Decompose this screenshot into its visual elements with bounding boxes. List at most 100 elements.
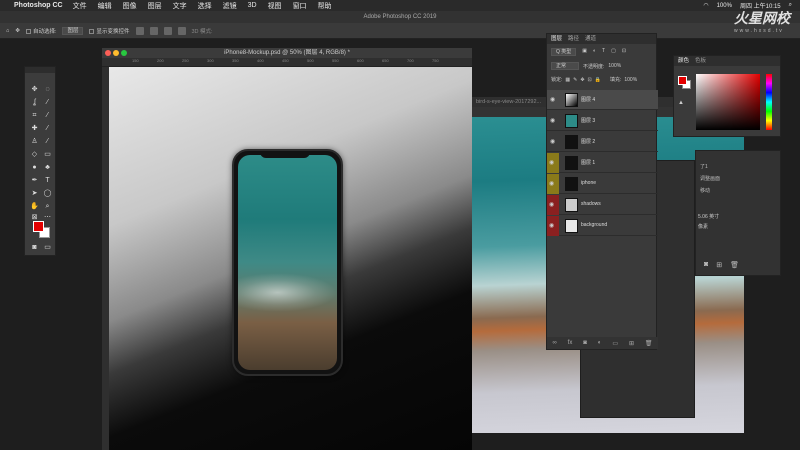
adjustment-icon[interactable]: ◐: [598, 340, 602, 346]
prop-item[interactable]: 了1: [700, 163, 708, 170]
app-menu[interactable]: Photoshop CC: [14, 2, 63, 9]
lock-all-icon[interactable]: 🔒: [595, 77, 601, 83]
tab-swatches[interactable]: 色板: [695, 56, 706, 66]
healing-brush-icon[interactable]: ✚: [30, 124, 39, 133]
link-icon[interactable]: ∞: [552, 340, 556, 346]
pen-icon[interactable]: ✒: [30, 176, 39, 185]
tab-channels[interactable]: 通道: [585, 34, 596, 44]
menu-type[interactable]: 文字: [173, 1, 187, 11]
visibility-eye-icon[interactable]: ◉: [547, 174, 559, 194]
trash-icon[interactable]: 🗑: [730, 261, 739, 269]
dodge-icon[interactable]: ♣: [43, 163, 52, 172]
layer-row-4[interactable]: ◉ 图层 4: [547, 90, 658, 110]
marquee-icon[interactable]: ◌: [43, 85, 52, 94]
menu-3d[interactable]: 3D: [248, 2, 257, 9]
menu-help[interactable]: 帮助: [318, 1, 332, 11]
move-icon[interactable]: ✥: [30, 85, 39, 94]
tab-layers[interactable]: 图层: [551, 34, 562, 44]
filter-adjust-icon[interactable]: ◐: [593, 48, 596, 56]
warning-icon[interactable]: ▲: [678, 100, 684, 106]
fill-value[interactable]: 100%: [624, 77, 637, 83]
stamp-icon[interactable]: ♙: [30, 137, 39, 146]
layer-row-iphone[interactable]: ◉ iphone: [547, 174, 658, 194]
brush-icon[interactable]: ⁄: [43, 124, 52, 133]
align-center-icon[interactable]: [149, 26, 158, 35]
prop-item[interactable]: 移动: [700, 187, 710, 194]
screen-mode-icon[interactable]: ▭: [43, 243, 52, 252]
folder-icon[interactable]: ▭: [612, 340, 618, 347]
lock-pixels-icon[interactable]: ▦: [565, 77, 570, 83]
menu-view[interactable]: 视图: [268, 1, 282, 11]
distribute-icon[interactable]: [177, 26, 186, 35]
layer-row-3[interactable]: ◉ 图层 3: [547, 111, 658, 131]
lock-artboard-icon[interactable]: ⊡: [588, 77, 592, 83]
toolbox-grip[interactable]: [25, 67, 55, 73]
hand-icon[interactable]: ✋: [30, 202, 39, 211]
tab-color[interactable]: 颜色: [678, 56, 689, 66]
blend-mode-dropdown[interactable]: 正常: [551, 62, 579, 70]
magic-wand-icon[interactable]: ⁄: [43, 98, 52, 107]
ruler-horizontal[interactable]: 150 200 250 300 350 400 450 500 550 600 …: [102, 58, 472, 67]
close-icon[interactable]: [105, 50, 111, 56]
color-fg-swatch[interactable]: [678, 76, 687, 85]
tab-paths[interactable]: 路径: [568, 34, 579, 44]
visibility-eye-icon[interactable]: ◉: [547, 153, 559, 173]
filter-smart-icon[interactable]: ⊡: [622, 48, 626, 56]
eraser-icon[interactable]: ◇: [30, 150, 39, 159]
new-layer-icon[interactable]: ⊞: [629, 340, 634, 347]
visibility-eye-icon[interactable]: ◉: [550, 117, 558, 125]
crop-icon[interactable]: ⌗: [30, 111, 39, 120]
unit-value[interactable]: 像素: [698, 223, 708, 230]
lock-paint-icon[interactable]: ✎: [573, 77, 577, 83]
visibility-eye-icon[interactable]: ◉: [547, 216, 559, 236]
path-select-icon[interactable]: ➤: [30, 189, 39, 198]
menu-image[interactable]: 图像: [123, 1, 137, 11]
auto-select-dropdown[interactable]: 图层: [62, 26, 84, 35]
camera-icon[interactable]: ◙: [704, 261, 708, 269]
menu-layer[interactable]: 图层: [148, 1, 162, 11]
eyedropper-icon[interactable]: ⁄: [43, 111, 52, 120]
trash-icon[interactable]: 🗑: [645, 340, 653, 347]
visibility-eye-icon[interactable]: ◉: [550, 96, 558, 104]
maximize-icon[interactable]: [121, 50, 127, 56]
quick-mask-icon[interactable]: ◙: [30, 243, 39, 252]
fx-icon[interactable]: fx: [568, 340, 573, 346]
menu-select[interactable]: 选择: [198, 1, 212, 11]
new-icon[interactable]: ⊞: [716, 261, 722, 269]
show-transform-checkbox[interactable]: 显示变换控件: [89, 27, 130, 35]
phone-mockup[interactable]: [232, 149, 343, 376]
blur-icon[interactable]: ●: [30, 163, 39, 172]
layer-row-shadows[interactable]: ◉ shadows: [547, 195, 658, 215]
foreground-color-swatch[interactable]: [33, 221, 44, 232]
align-right-icon[interactable]: [163, 26, 172, 35]
layer-row-2[interactable]: ◉ 图层 2: [547, 132, 658, 152]
wifi-icon[interactable]: ◠: [703, 2, 708, 9]
opacity-value[interactable]: 100%: [608, 63, 621, 69]
filter-text-icon[interactable]: T: [602, 48, 605, 56]
ruler-vertical[interactable]: [102, 67, 109, 450]
gradient-icon[interactable]: ▭: [43, 150, 52, 159]
zoom-icon[interactable]: ⌕: [43, 202, 52, 211]
align-left-icon[interactable]: [135, 26, 144, 35]
lock-move-icon[interactable]: ✥: [580, 77, 584, 83]
color-spectrum-field[interactable]: [696, 74, 760, 130]
menu-edit[interactable]: 编辑: [98, 1, 112, 11]
document-titlebar[interactable]: iPhone8-Mockup.psd @ 50% (图层 4, RGB/8) *: [102, 48, 472, 58]
home-icon[interactable]: ⌂: [6, 28, 9, 34]
menu-filter[interactable]: 滤镜: [223, 1, 237, 11]
more-tools-icon[interactable]: ⋯: [43, 213, 52, 222]
visibility-eye-icon[interactable]: ◉: [550, 138, 558, 146]
layer-row-1[interactable]: ◉ 图层 1: [547, 153, 658, 173]
menu-file[interactable]: 文件: [73, 1, 87, 11]
prop-item[interactable]: 调整画面: [700, 175, 720, 182]
hue-slider[interactable]: [766, 74, 772, 130]
filter-pixel-icon[interactable]: ▣: [582, 48, 587, 56]
layer-row-background[interactable]: ◉ background: [547, 216, 658, 236]
move-tool-icon[interactable]: ✥: [15, 28, 20, 34]
auto-select-checkbox[interactable]: 自动选择:: [25, 27, 56, 35]
kind-filter-dropdown[interactable]: Q 类型: [551, 48, 577, 56]
visibility-eye-icon[interactable]: ◉: [547, 195, 559, 215]
mask-icon[interactable]: ◙: [583, 340, 587, 346]
lasso-icon[interactable]: ʆ: [30, 98, 39, 107]
shape-icon[interactable]: ◯: [43, 189, 52, 198]
